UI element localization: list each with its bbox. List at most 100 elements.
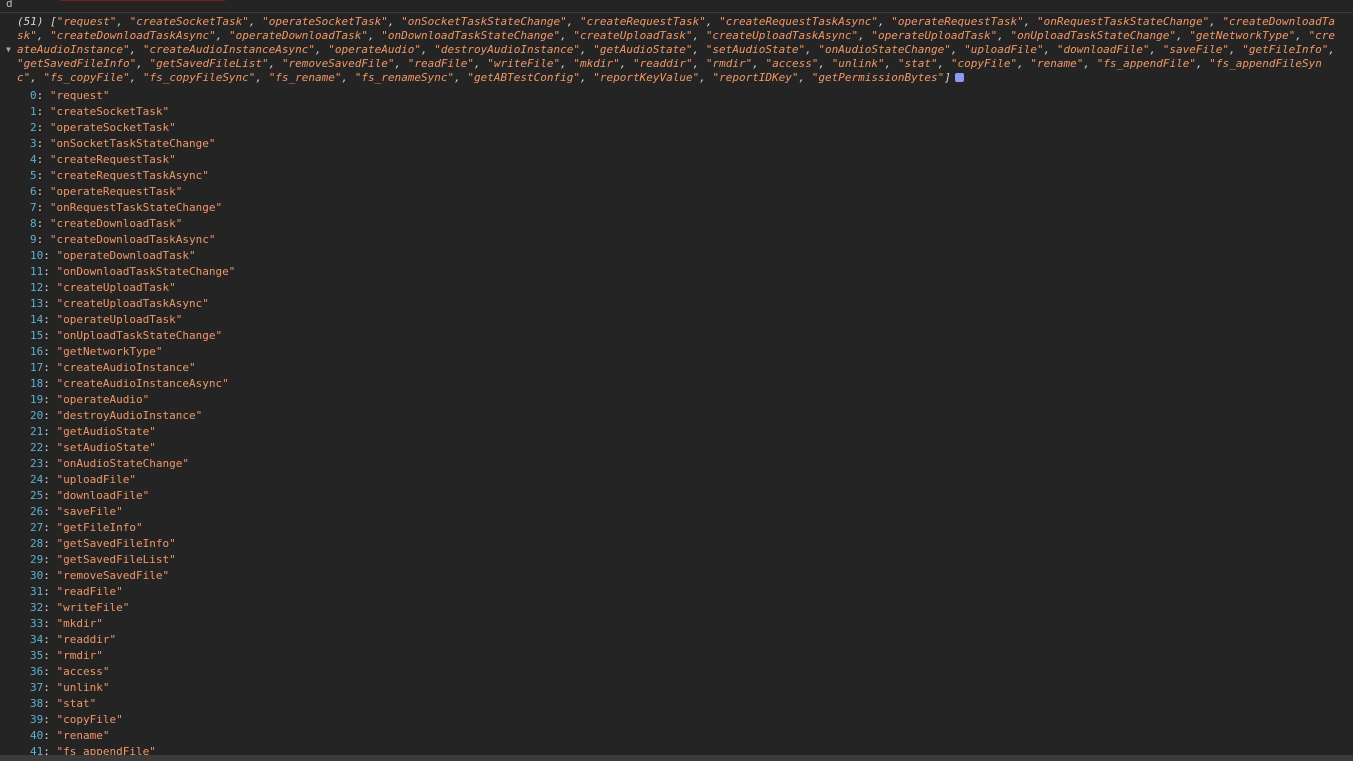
entry-value: "downloadFile" <box>56 489 150 502</box>
array-entry[interactable]: 0: "request" <box>30 88 235 104</box>
entry-index: 14 <box>30 313 44 326</box>
entry-value: "operateRequestTask" <box>49 185 183 198</box>
entry-value: "operateDownloadTask" <box>56 249 196 262</box>
array-entry[interactable]: 10: "operateDownloadTask" <box>30 248 235 264</box>
array-entry[interactable]: 8: "createDownloadTask" <box>30 216 235 232</box>
array-entry[interactable]: 36: "access" <box>30 664 235 680</box>
array-entry[interactable]: 32: "writeFile" <box>30 600 235 616</box>
array-entry[interactable]: 28: "getSavedFileInfo" <box>30 536 235 552</box>
entry-index: 29 <box>30 553 44 566</box>
array-entry[interactable]: 3: "onSocketTaskStateChange" <box>30 136 235 152</box>
entry-index: 39 <box>30 713 44 726</box>
array-summary[interactable]: ▼ (51) ["request", "createSocketTask", "… <box>6 15 1340 85</box>
entry-value: "getAudioState" <box>56 425 156 438</box>
info-badge-icon[interactable] <box>954 73 964 82</box>
entry-value: "writeFile" <box>56 601 130 614</box>
array-entry[interactable]: 15: "onUploadTaskStateChange" <box>30 328 235 344</box>
entry-value: "destroyAudioInstance" <box>56 409 203 422</box>
array-entry[interactable]: 37: "unlink" <box>30 680 235 696</box>
entry-value: "createAudioInstance" <box>56 361 196 374</box>
entry-index: 26 <box>30 505 44 518</box>
entry-value: "getFileInfo" <box>56 521 143 534</box>
preview-string: "getAudioState" <box>593 43 693 56</box>
entry-index: 7 <box>30 201 37 214</box>
array-entry[interactable]: 24: "uploadFile" <box>30 472 235 488</box>
entry-index: 40 <box>30 729 44 742</box>
entry-index: 3 <box>30 137 37 150</box>
preview-string: "getPermissionBytes" <box>811 71 945 84</box>
array-entry[interactable]: 35: "rmdir" <box>30 648 235 664</box>
array-entry[interactable]: 31: "readFile" <box>30 584 235 600</box>
array-entry[interactable]: 29: "getSavedFileList" <box>30 552 235 568</box>
entry-value: "getNetworkType" <box>56 345 163 358</box>
array-entry[interactable]: 25: "downloadFile" <box>30 488 235 504</box>
preview-string: "createSocketTask" <box>129 15 249 28</box>
array-entry[interactable]: 21: "getAudioState" <box>30 424 235 440</box>
array-entry[interactable]: 4: "createRequestTask" <box>30 152 235 168</box>
entry-index: 27 <box>30 521 44 534</box>
entry-index: 28 <box>30 537 44 550</box>
entry-value: "rename" <box>56 729 110 742</box>
array-entry[interactable]: 13: "createUploadTaskAsync" <box>30 296 235 312</box>
array-entry[interactable]: 40: "rename" <box>30 728 235 744</box>
entry-value: "createUploadTask" <box>56 281 176 294</box>
entry-index: 13 <box>30 297 44 310</box>
array-entry[interactable]: 6: "operateRequestTask" <box>30 184 235 200</box>
preview-string: "getABTestConfig" <box>467 71 580 84</box>
array-entry[interactable]: 7: "onRequestTaskStateChange" <box>30 200 235 216</box>
entry-index: 4 <box>30 153 37 166</box>
preview-string: "rename" <box>1030 57 1084 70</box>
array-entry[interactable]: 22: "setAudioState" <box>30 440 235 456</box>
entry-value: "onRequestTaskStateChange" <box>49 201 223 214</box>
preview-string: "createUploadTask" <box>573 29 693 42</box>
array-entry[interactable]: 19: "operateAudio" <box>30 392 235 408</box>
array-entry[interactable]: 18: "createAudioInstanceAsync" <box>30 376 235 392</box>
horizontal-scrollbar[interactable] <box>0 755 1353 761</box>
array-entry[interactable]: 27: "getFileInfo" <box>30 520 235 536</box>
entry-index: 36 <box>30 665 44 678</box>
preview-string: "fs_renameSync" <box>354 71 455 84</box>
array-entry[interactable]: 2: "operateSocketTask" <box>30 120 235 136</box>
array-entry[interactable]: 9: "createDownloadTaskAsync" <box>30 232 235 248</box>
entry-index: 31 <box>30 585 44 598</box>
array-entry[interactable]: 26: "saveFile" <box>30 504 235 520</box>
entry-value: "access" <box>56 665 110 678</box>
preview-string: "fs_rename" <box>268 71 342 84</box>
preview-string: "operateRequestTask" <box>891 15 1024 28</box>
preview-string: "rmdir" <box>705 57 753 70</box>
entry-value: "onUploadTaskStateChange" <box>56 329 223 342</box>
array-entry[interactable]: 17: "createAudioInstance" <box>30 360 235 376</box>
array-entry[interactable]: 33: "mkdir" <box>30 616 235 632</box>
preview-string: "operateUploadTask" <box>871 29 998 42</box>
array-entry[interactable]: 5: "createRequestTaskAsync" <box>30 168 235 184</box>
preview-string: "operateSocketTask" <box>262 15 388 28</box>
preview-string: "fs_appendFile" <box>1096 57 1196 70</box>
array-entry[interactable]: 30: "removeSavedFile" <box>30 568 235 584</box>
entry-value: "onSocketTaskStateChange" <box>49 137 216 150</box>
preview-string: "readFile" <box>407 57 475 70</box>
preview-string: "operateDownloadTask" <box>228 29 369 42</box>
array-entry[interactable]: 14: "operateUploadTask" <box>30 312 235 328</box>
array-entry[interactable]: 11: "onDownloadTaskStateChange" <box>30 264 235 280</box>
array-entry[interactable]: 34: "readdir" <box>30 632 235 648</box>
array-entry[interactable]: 16: "getNetworkType" <box>30 344 235 360</box>
preview-string: "mkdir" <box>573 57 620 70</box>
array-preview[interactable]: (51) ["request", "createSocketTask", "op… <box>17 15 1340 85</box>
entry-index: 15 <box>30 329 44 342</box>
entry-value: "unlink" <box>56 681 110 694</box>
preview-string: "onAudioStateChange" <box>818 43 951 56</box>
preview-string: "onDownloadTaskStateChange" <box>381 29 561 42</box>
array-entry[interactable]: 1: "createSocketTask" <box>30 104 235 120</box>
entry-value: "readdir" <box>56 633 117 646</box>
array-entry[interactable]: 23: "onAudioStateChange" <box>30 456 235 472</box>
expand-triangle-icon[interactable]: ▼ <box>6 43 11 57</box>
array-entry[interactable]: 39: "copyFile" <box>30 712 235 728</box>
array-entry[interactable]: 12: "createUploadTask" <box>30 280 235 296</box>
preview-string: "unlink" <box>831 57 885 70</box>
preview-string: "copyFile" <box>950 57 1018 70</box>
entry-value: "readFile" <box>56 585 123 598</box>
array-entry[interactable]: 20: "destroyAudioInstance" <box>30 408 235 424</box>
array-entry[interactable]: 38: "stat" <box>30 696 235 712</box>
console-variable-label: d <box>6 0 13 10</box>
entry-value: "stat" <box>56 697 97 710</box>
